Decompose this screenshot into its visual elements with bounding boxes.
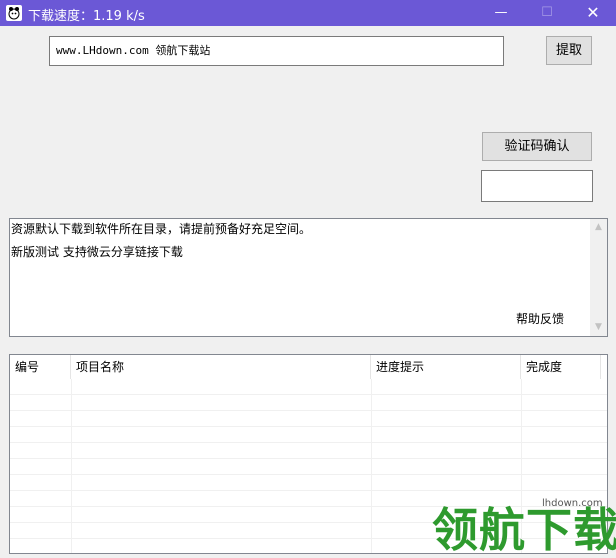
table-row bbox=[10, 395, 607, 411]
column-header-completion[interactable]: 完成度 bbox=[521, 355, 601, 379]
captcha-confirm-button[interactable]: 验证码确认 bbox=[482, 132, 592, 161]
app-logo-icon bbox=[6, 5, 22, 21]
scroll-down-icon[interactable]: ▼ bbox=[590, 319, 607, 336]
table-row bbox=[10, 411, 607, 427]
scroll-up-icon[interactable]: ▲ bbox=[590, 219, 607, 236]
log-textarea[interactable]: 资源默认下载到软件所在目录，请提前预备好充足空间。 新版测试 支持微云分享链接下… bbox=[9, 218, 608, 337]
log-scrollbar[interactable]: ▲ ▼ bbox=[590, 219, 607, 336]
column-header-name[interactable]: 项目名称 bbox=[71, 355, 371, 379]
table-row bbox=[10, 475, 607, 491]
title-bar[interactable]: 下载速度：1.19 k/s — ☐ ✕ bbox=[0, 0, 616, 26]
captcha-input[interactable] bbox=[481, 170, 593, 202]
help-feedback-link[interactable]: 帮助反馈 bbox=[516, 310, 564, 327]
close-button[interactable]: ✕ bbox=[570, 0, 616, 26]
minimize-button[interactable]: — bbox=[478, 0, 524, 26]
window-title: 下载速度：1.19 k/s bbox=[28, 9, 145, 24]
maximize-button[interactable]: ☐ bbox=[524, 0, 570, 26]
app-window: 下载速度：1.19 k/s — ☐ ✕ www.LHdown.com 领航下载站… bbox=[0, 0, 616, 558]
watermark-logo-text: 领航下载 bbox=[432, 503, 616, 557]
share-link-input[interactable]: www.LHdown.com 领航下载站 bbox=[49, 36, 504, 66]
column-header-id[interactable]: 编号 bbox=[10, 355, 71, 379]
column-header-progress[interactable]: 进度提示 bbox=[371, 355, 521, 379]
table-column-divider bbox=[71, 379, 72, 553]
table-row bbox=[10, 379, 607, 395]
log-line: 新版测试 支持微云分享链接下载 bbox=[11, 245, 183, 259]
extract-button[interactable]: 提取 bbox=[546, 36, 592, 65]
table-row bbox=[10, 459, 607, 475]
log-line: 资源默认下载到软件所在目录，请提前预备好充足空间。 bbox=[11, 222, 312, 236]
site-watermark: lhdown.com 领航下载 bbox=[432, 498, 616, 558]
table-row bbox=[10, 443, 607, 459]
table-column-divider bbox=[371, 379, 372, 553]
table-row bbox=[10, 427, 607, 443]
